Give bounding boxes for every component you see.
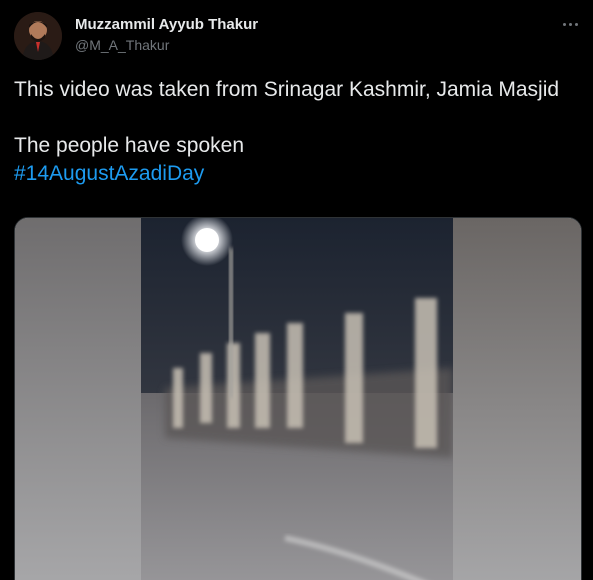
- tweet-text-line: The people have spoken: [14, 134, 245, 157]
- more-options-icon[interactable]: [559, 14, 581, 34]
- author-handle[interactable]: @M_A_Thakur: [75, 36, 258, 54]
- hashtag-link[interactable]: #14AugustAzadiDay: [14, 162, 204, 185]
- video-thumbnail[interactable]: [14, 217, 582, 580]
- profile-photo-icon: [14, 12, 62, 60]
- tweet-card: Muzzammil Ayyub Thakur @M_A_Thakur This …: [0, 0, 593, 580]
- tweet-text: This video was taken from Srinagar Kashm…: [14, 76, 579, 188]
- video-frame-icon: [15, 218, 581, 580]
- tweet-text-line: This video was taken from Srinagar Kashm…: [14, 78, 560, 101]
- author-info: Muzzammil Ayyub Thakur @M_A_Thakur: [75, 16, 258, 54]
- avatar[interactable]: [14, 12, 62, 60]
- author-display-name[interactable]: Muzzammil Ayyub Thakur: [75, 16, 258, 34]
